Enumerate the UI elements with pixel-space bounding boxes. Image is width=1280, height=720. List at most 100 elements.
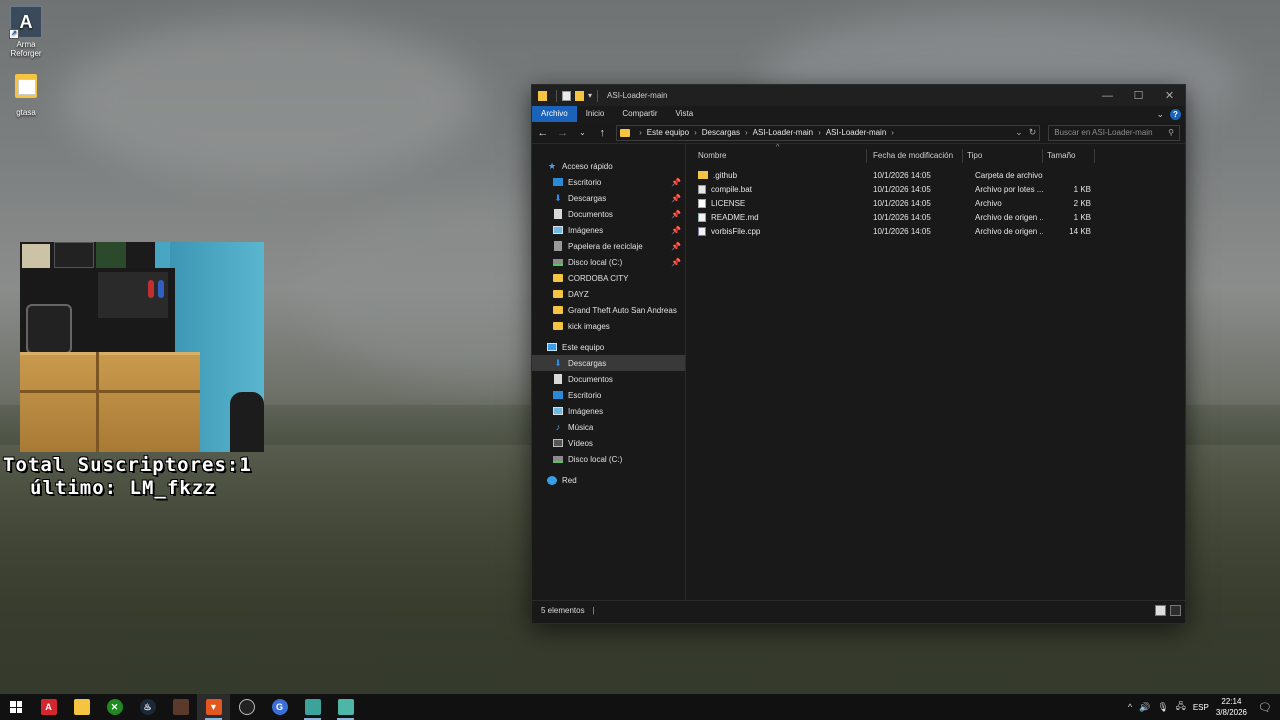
download-icon: ⬇ [554,357,562,368]
column-header-type[interactable]: Tipo [963,149,1043,163]
start-button[interactable] [0,694,32,720]
nav-network[interactable]: Red [532,472,685,488]
address-dropdown-icon[interactable]: ⌄ [1015,127,1023,138]
editor-icon [337,699,354,715]
file-name: vorbisFile.cpp [711,226,761,236]
file-type: Carpeta de archivos [975,170,1043,180]
nav-label: Descargas [568,358,607,368]
taskbar-app-editor[interactable] [329,694,362,720]
search-input[interactable]: Buscar en ASI-Loader-main ⚲ [1048,124,1180,141]
speaker-icon[interactable]: 🔊 [1139,702,1150,713]
nav-pc-musica[interactable]: ♪ Música [532,419,685,435]
notepad-icon [304,699,321,715]
taskbar-app-obs[interactable] [230,694,263,720]
file-row[interactable]: .github 10/1/2026 14:05 Carpeta de archi… [686,168,1185,182]
nav-item-papelera[interactable]: Papelera de reciclaje 📌 [532,238,685,254]
notifications-icon[interactable]: 🗨 [1254,701,1276,714]
nav-pc-videos[interactable]: Vídeos [532,435,685,451]
breadcrumb-este-equipo[interactable]: Este equipo [647,128,689,137]
nav-item-cordoba-city[interactable]: CORDOBA CITY [532,270,685,286]
nav-label: Imágenes [568,225,604,235]
file-row[interactable]: README.md 10/1/2026 14:05 Archivo de ori… [686,210,1185,224]
pin-icon: 📌 [671,241,681,251]
back-button[interactable]: ← [537,127,549,139]
microphone-icon[interactable]: 🎙 [1157,702,1168,713]
drive-icon [553,455,563,463]
desktop-icon-gtasa[interactable]: gtasa [1,74,51,117]
pictures-icon [553,407,563,415]
tab-vista[interactable]: Vista [667,106,703,122]
file-date: 10/1/2026 14:05 [873,170,931,180]
file-date: 10/1/2026 14:05 [873,226,931,236]
close-button[interactable]: ✕ [1154,85,1185,106]
nav-pc-escritorio[interactable]: Escritorio [532,387,685,403]
nav-this-pc[interactable]: Este equipo [532,339,685,355]
column-header-size[interactable]: Tamaño [1043,149,1095,163]
taskbar-app-game[interactable] [164,694,197,720]
expand-ribbon-icon[interactable]: ⌄ [1156,109,1164,120]
title-bar[interactable]: ▾ ASI-Loader-main — ☐ ✕ [532,85,1185,106]
details-view-button[interactable] [1155,605,1166,616]
taskbar-app-notepad[interactable] [296,694,329,720]
bg-cloud [60,20,480,180]
nav-pc-descargas[interactable]: ⬇ Descargas [532,355,685,371]
tab-compartir[interactable]: Compartir [613,106,666,122]
refresh-icon[interactable]: ↻ [1029,127,1037,138]
column-header-date[interactable]: Fecha de modificación [867,149,963,163]
large-icons-view-button[interactable] [1170,605,1181,616]
nav-item-documentos[interactable]: Documentos 📌 [532,206,685,222]
taskbar-app-brave[interactable]: ▼ [197,694,230,720]
nav-item-descargas[interactable]: ⬇ Descargas 📌 [532,190,685,206]
taskbar-app-xbox[interactable]: ✕ [98,694,131,720]
source-file-icon [698,212,706,222]
nav-item-dayz[interactable]: DAYZ [532,286,685,302]
up-button[interactable]: ↑ [596,127,608,139]
nav-pc-disco-local[interactable]: Disco local (C:) [532,451,685,467]
file-row[interactable]: compile.bat 10/1/2026 14:05 Archivo por … [686,182,1185,196]
nav-item-kick-images[interactable]: kick images [532,318,685,334]
taskbar-app-arma[interactable]: A [32,694,65,720]
new-folder-icon[interactable] [575,90,584,101]
obs-icon [238,699,255,715]
taskbar-app-explorer[interactable] [65,694,98,720]
tab-inicio[interactable]: Inicio [577,106,614,122]
system-tray: ^ 🔊 🎙 🖧 ESP 22:14 3/8/2026 🗨 [1128,696,1280,718]
maximize-button[interactable]: ☐ [1123,85,1154,106]
address-bar[interactable]: › Este equipo › Descargas › ASI-Loader-m… [616,124,1041,141]
breadcrumb-asi-loader-main-current[interactable]: ASI-Loader-main [826,128,886,137]
search-placeholder: Buscar en ASI-Loader-main [1054,128,1153,137]
recent-locations-button[interactable]: ⌄ [577,128,589,137]
nav-item-disco-local[interactable]: Disco local (C:) 📌 [532,254,685,270]
nav-item-imagenes[interactable]: Imágenes 📌 [532,222,685,238]
clock[interactable]: 22:14 3/8/2026 [1216,696,1247,718]
file-type: Archivo por lotes ... [975,184,1043,194]
file-size: 14 KB [1069,226,1091,236]
show-hidden-icons-button[interactable]: ^ [1128,702,1132,712]
nav-item-escritorio[interactable]: Escritorio 📌 [532,174,685,190]
folder-icon [73,699,90,715]
nav-quick-access[interactable]: ★ Acceso rápido [532,158,685,174]
desktop-icon-arma-reforger[interactable]: A ↗ Arma Reforger [1,6,51,58]
taskbar-app-chrome[interactable]: G [263,694,296,720]
taskbar-app-steam[interactable]: ♨ [131,694,164,720]
nav-pc-imagenes[interactable]: Imágenes [532,403,685,419]
file-row[interactable]: LICENSE 10/1/2026 14:05 Archivo 2 KB [686,196,1185,210]
nav-pc-documentos[interactable]: Documentos [532,371,685,387]
breadcrumb-asi-loader-main[interactable]: ASI-Loader-main [753,128,813,137]
nav-item-gta-sa[interactable]: Grand Theft Auto San Andreas [532,302,685,318]
properties-icon[interactable] [562,90,571,101]
breadcrumb-descargas[interactable]: Descargas [702,128,740,137]
customize-quick-access-icon[interactable]: ▾ [588,91,592,100]
browser-icon: G [271,699,288,715]
clock-time: 22:14 [1221,697,1242,706]
minimize-button[interactable]: — [1092,85,1123,106]
language-indicator[interactable]: ESP [1193,703,1209,712]
file-row[interactable]: vorbisFile.cpp 10/1/2026 14:05 Archivo d… [686,224,1185,238]
nav-label: Escritorio [568,177,602,187]
column-header-name[interactable]: Nombre [686,149,867,163]
network-icon[interactable]: 🖧 [1176,699,1186,715]
file-name: README.md [711,212,759,222]
tab-archivo[interactable]: Archivo [532,106,577,122]
help-icon[interactable]: ? [1170,108,1181,120]
forward-button[interactable]: → [557,127,569,139]
